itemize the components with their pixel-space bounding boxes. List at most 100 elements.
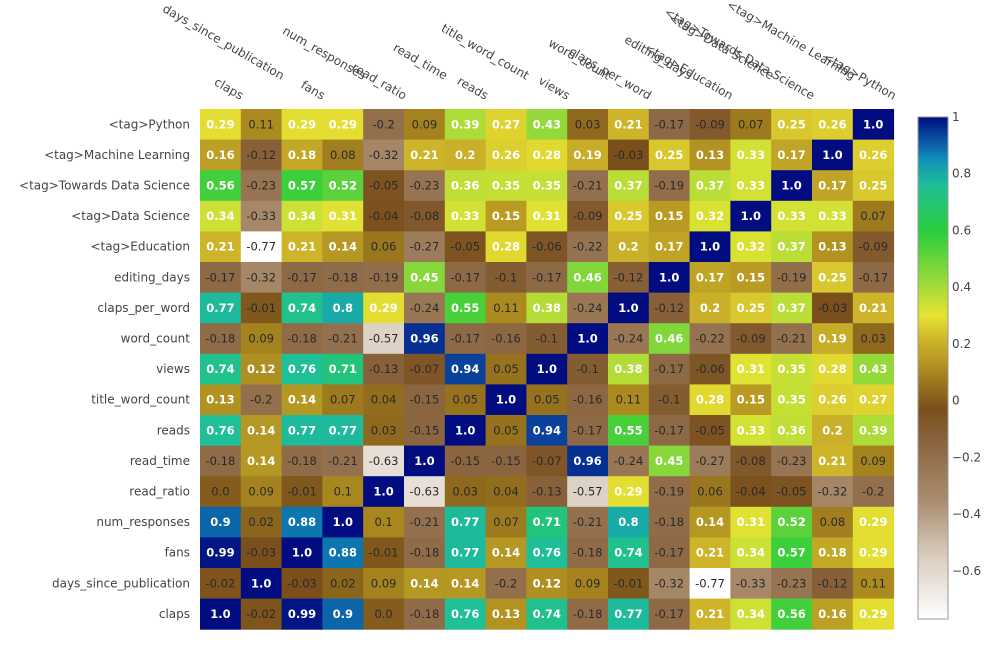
cell-value-label: 0.17 xyxy=(696,270,724,284)
cell-value-label: 0.14 xyxy=(247,423,275,437)
cell-value-label: 0.09 xyxy=(248,332,274,346)
cell-value-label: 0.88 xyxy=(288,515,316,529)
cell-value-label: 0.03 xyxy=(860,332,886,346)
cell-value-label: 0.77 xyxy=(614,607,642,621)
cell-value-label: 0.52 xyxy=(329,179,357,193)
cell-value-label: 0.28 xyxy=(818,362,846,376)
cell-value-label: 0.8 xyxy=(618,515,638,529)
cell-value-label: 0.13 xyxy=(492,607,520,621)
cell-value-label: 0.43 xyxy=(859,362,887,376)
cell-value-label: 0.25 xyxy=(818,270,846,284)
cell-value-label: -0.05 xyxy=(777,485,807,499)
cell-value-label: 0.12 xyxy=(247,362,275,376)
cell-value-label: 0.2 xyxy=(455,148,475,162)
cell-value-label: 0.29 xyxy=(859,607,887,621)
cell-value-label: -0.21 xyxy=(328,332,358,346)
cell-value-label: -0.1 xyxy=(536,332,558,346)
cell-value-label: 0.34 xyxy=(737,546,765,560)
cell-value-label: -0.24 xyxy=(410,301,440,315)
cell-value-label: 0.29 xyxy=(369,301,397,315)
cell-value-label: 0.2 xyxy=(618,240,638,254)
x-tick-label: read_ratio xyxy=(350,60,410,102)
cell-value-label: -0.18 xyxy=(206,454,236,468)
colorbar-tick-label: 0.6 xyxy=(952,223,971,237)
correlation-heatmap: clapsdays_since_publicationfansnum_respo… xyxy=(19,0,981,630)
cell-value-label: -0.05 xyxy=(450,240,480,254)
cell-value-label: 0.26 xyxy=(818,117,846,131)
cell-value-label: 1.0 xyxy=(496,393,516,407)
cell-value-label: 0.43 xyxy=(533,117,561,131)
cell-value-label: 0.46 xyxy=(573,270,601,284)
cell-value-label: 0.38 xyxy=(533,301,561,315)
cell-value-label: 0.07 xyxy=(493,515,519,529)
cell-value-label: -0.22 xyxy=(573,240,603,254)
cell-value-label: 0.08 xyxy=(330,148,356,162)
cell-value-label: 0.04 xyxy=(371,393,397,407)
cell-value-label: -0.18 xyxy=(410,607,440,621)
cell-value-label: -0.21 xyxy=(573,179,603,193)
cell-value-label: 0.39 xyxy=(859,423,887,437)
cell-value-label: -0.1 xyxy=(495,270,517,284)
colorbar-tick-labels: 1 0.8 0.6 0.4 0.2 0 −0.2 −0.4 −0.6 xyxy=(952,110,981,578)
cell-value-label: -0.18 xyxy=(410,546,440,560)
cell-value-label: -0.07 xyxy=(410,362,440,376)
cell-value-label: 1.0 xyxy=(333,515,353,529)
cell-value-label: 1.0 xyxy=(373,485,393,499)
cell-value-label: 0.17 xyxy=(818,179,846,193)
cell-value-label: -0.13 xyxy=(369,362,399,376)
cell-value-label: 0.21 xyxy=(859,301,887,315)
cell-value-label: -0.17 xyxy=(654,607,684,621)
cell-value-label: 0.17 xyxy=(777,148,805,162)
cell-value-label: 0.38 xyxy=(614,362,642,376)
cell-value-label: 0.77 xyxy=(451,515,479,529)
cell-value-label: -0.33 xyxy=(246,209,276,223)
cell-value-label: 0.25 xyxy=(777,117,805,131)
cell-value-label: -0.01 xyxy=(614,576,644,590)
y-tick-label: <tag>Towards Data Science xyxy=(19,179,190,193)
y-tick-label: <tag>Data Science xyxy=(71,209,190,223)
cell-value-label: -0.23 xyxy=(410,179,440,193)
cell-value-label: -0.77 xyxy=(246,240,276,254)
cell-value-label: 0.26 xyxy=(818,393,846,407)
cell-value-label: 0.76 xyxy=(206,423,234,437)
cell-value-label: 0.29 xyxy=(329,117,357,131)
cell-value-label: 0.27 xyxy=(859,393,887,407)
colorbar-tick-label: 0.8 xyxy=(952,167,971,181)
cell-value-label: 0.1 xyxy=(334,485,352,499)
cell-value-label: 0.03 xyxy=(575,117,601,131)
cell-value-label: -0.03 xyxy=(614,148,644,162)
cell-value-label: 0.11 xyxy=(248,117,274,131)
cell-value-label: -0.19 xyxy=(777,270,807,284)
colorbar-tick-label: 0.4 xyxy=(952,280,971,294)
cell-value-label: -0.19 xyxy=(369,270,399,284)
cell-value-label: 0.21 xyxy=(696,546,724,560)
cell-value-label: -0.13 xyxy=(532,485,562,499)
cell-value-label: 0.14 xyxy=(492,546,520,560)
cell-value-label: 0.56 xyxy=(777,607,805,621)
cell-value-label: 0.77 xyxy=(451,546,479,560)
cell-value-label: -0.17 xyxy=(858,270,888,284)
cell-value-label: 0.28 xyxy=(533,148,561,162)
cell-value-label: -0.2 xyxy=(250,393,272,407)
cell-value-label: 0.29 xyxy=(859,546,887,560)
cell-value-label: -0.21 xyxy=(410,515,440,529)
cell-value-label: -0.12 xyxy=(246,148,276,162)
cell-value-label: -0.17 xyxy=(206,270,236,284)
y-tick-label: editing_days xyxy=(114,270,190,284)
cell-value-label: -0.17 xyxy=(654,423,684,437)
cell-value-label: 0.15 xyxy=(492,209,520,223)
cell-value-label: 0.14 xyxy=(696,515,724,529)
cell-value-label: 0.28 xyxy=(492,240,520,254)
cell-value-label: 0.27 xyxy=(492,117,520,131)
cell-value-label: -0.01 xyxy=(369,546,399,560)
cell-value-label: -0.16 xyxy=(491,332,521,346)
cell-value-label: 0.31 xyxy=(737,362,765,376)
cell-value-label: 0.96 xyxy=(573,454,601,468)
cell-value-label: -0.08 xyxy=(410,209,440,223)
cell-value-label: -0.18 xyxy=(328,270,358,284)
cell-value-label: -0.23 xyxy=(777,576,807,590)
cell-value-label: 0.02 xyxy=(248,515,274,529)
cell-value-label: 1.0 xyxy=(537,362,557,376)
cell-value-label: 0.37 xyxy=(614,179,642,193)
cell-value-label: 0.17 xyxy=(655,240,683,254)
